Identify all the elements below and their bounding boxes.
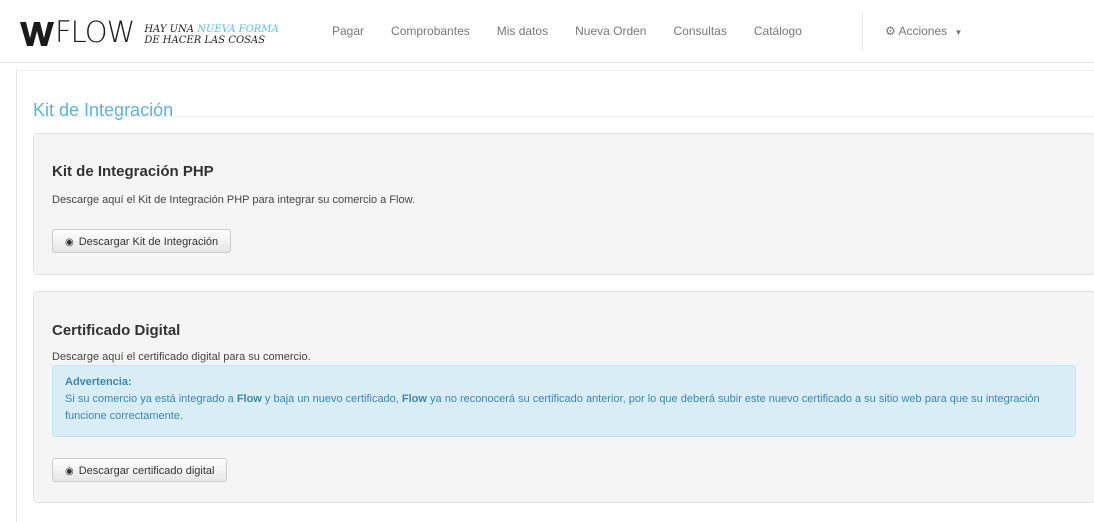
download-certificate-button[interactable]: ◉ Descargar certificado digital <box>52 458 228 482</box>
nav-item-comprobantes[interactable]: Comprobantes <box>391 0 470 62</box>
warning-title: Advertencia: <box>65 376 132 388</box>
nav-item-catalogo[interactable]: Catálogo <box>754 0 802 62</box>
tagline-line2: DE HACER LAS COSAS <box>144 35 266 46</box>
warning-flow-2: Flow <box>401 393 427 405</box>
certificate-heading: Certificado Digital <box>52 322 181 339</box>
php-kit-description: Descarge aquí el Kit de Integración PHP … <box>52 194 415 206</box>
warning-text-2: y baja un nuevo certificado, <box>261 393 402 405</box>
caret-down-icon: ▼ <box>954 28 963 37</box>
php-kit-heading: Kit de Integración PHP <box>52 163 214 180</box>
certificate-panel: Certificado Digital Descarge aquí el cer… <box>33 291 1094 503</box>
actions-label: Acciones <box>898 24 948 38</box>
warning-text-1: Si su comercio ya está integrado a <box>65 393 237 405</box>
warning-body: Si su comercio ya está integrado a Flow … <box>65 391 1060 425</box>
title-divider <box>33 116 1093 117</box>
gear-icon: ⚙ <box>885 24 896 38</box>
download-kit-label: Descargar Kit de Integración <box>78 236 219 248</box>
warning-alert: Advertencia: Si su comercio ya está inte… <box>52 365 1076 437</box>
main-content: Kit de Integración Kit de Integración PH… <box>16 70 1094 522</box>
top-navbar: FLOW HAY UNA NUEVA FORMA DE HACER LAS CO… <box>0 0 1094 63</box>
certificate-description: Descarge aquí el certificado digital par… <box>52 351 311 363</box>
tagline-accent: NUEVA FORMA <box>197 24 279 35</box>
main-nav: Pagar Comprobantes Mis datos Nueva Orden… <box>332 0 829 62</box>
nav-item-consultas[interactable]: Consultas <box>673 0 726 62</box>
download-kit-button[interactable]: ◉ Descargar Kit de Integración <box>52 229 232 253</box>
download-icon: ◉ <box>65 466 74 477</box>
warning-flow-1: Flow <box>236 393 262 405</box>
brand-tagline: HAY UNA NUEVA FORMA DE HACER LAS COSAS <box>144 24 278 46</box>
download-certificate-label: Descargar certificado digital <box>78 465 215 477</box>
actions-dropdown[interactable]: ⚙ Acciones ▼ <box>885 0 962 64</box>
tagline-prefix: HAY UNA <box>144 24 195 35</box>
nav-divider <box>862 12 863 50</box>
php-kit-panel: Kit de Integración PHP Descarge aquí el … <box>33 133 1094 275</box>
brand-name: FLOW <box>55 15 135 49</box>
page-title: Kit de Integración <box>33 99 174 120</box>
flow-logo-mark-icon <box>20 22 54 46</box>
download-icon: ◉ <box>65 237 74 248</box>
brand-logo[interactable]: FLOW HAY UNA NUEVA FORMA DE HACER LAS CO… <box>20 16 279 50</box>
nav-item-mis-datos[interactable]: Mis datos <box>497 0 548 62</box>
nav-item-pagar[interactable]: Pagar <box>332 0 364 62</box>
nav-item-nueva-orden[interactable]: Nueva Orden <box>575 0 646 62</box>
